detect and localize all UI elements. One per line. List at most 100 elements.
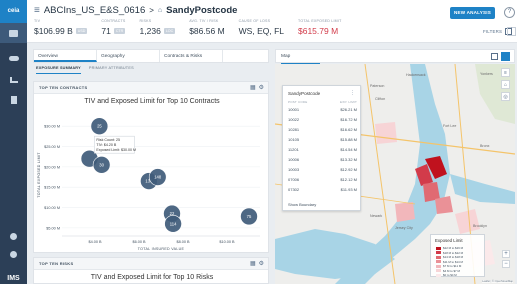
help-icon[interactable]: ?: [504, 7, 515, 18]
summary-stats: TIV $106.99 B USD CONTRACTS 71 CTR RISKS 1…: [34, 19, 341, 36]
map-place-label: Jersey City: [395, 226, 413, 230]
x-tick-label: $6.00 B: [132, 240, 146, 244]
top-risks-card: TOP TEN RISKS ▦ ⚙ TIV and Exposed Limit …: [33, 257, 269, 284]
nav-cloud-icon[interactable]: [0, 48, 27, 68]
postcode-region[interactable]: [435, 196, 453, 214]
list-item[interactable]: 10022 $16.72 M: [288, 117, 357, 122]
stat-label: RISKS: [139, 19, 152, 23]
list-item[interactable]: 10003 $12.92 M: [288, 167, 357, 172]
data-label: 25: [97, 124, 102, 129]
map-place-label: Fort Lee: [443, 124, 457, 128]
chart-title: TIV and Exposed Limit for Top 10 Risks: [90, 274, 214, 281]
hamburger-menu-icon[interactable]: ≡: [34, 5, 40, 16]
tooltip-line: Risk Count: 25: [96, 138, 120, 142]
stat-tiv: TIV $106.99 B USD: [34, 19, 88, 36]
settings-icon[interactable]: ⚙: [259, 84, 264, 91]
legend-swatch: [436, 260, 441, 263]
expand-icon[interactable]: [501, 52, 510, 61]
map-place-label: Newark: [370, 214, 383, 218]
post-code: 07302: [288, 187, 300, 192]
y-axis-label: TOTAL EXPOSED LIMIT: [37, 152, 41, 198]
app-logo[interactable]: ceia: [0, 0, 27, 23]
x-tick-label: $8.00 B: [176, 240, 190, 244]
map-place-label: Bronx: [480, 144, 490, 148]
subtab-primary-attributes[interactable]: PRIMARY ATTRIBUTES: [89, 65, 134, 74]
exp-limit: $13.32 M: [340, 157, 357, 162]
post-code: 10001: [288, 107, 300, 112]
nav-document-icon[interactable]: [0, 90, 27, 110]
legend-label: $11 M to $14 M: [443, 259, 463, 264]
stat-label: TOTAL EXPOSED LIMIT: [298, 19, 342, 23]
analysis-icon: ⌂: [157, 7, 163, 14]
map-place-label: Yonkers: [480, 72, 493, 76]
map-header: Map: [275, 49, 515, 65]
legend-item: $4 M to $7 M: [436, 269, 460, 273]
contracts-chip: CTR: [113, 28, 126, 34]
nav-info-icon[interactable]: [0, 226, 27, 246]
breadcrumb-account[interactable]: ABCIns_US_E&S_0616: [44, 5, 145, 16]
settings-icon[interactable]: ⚙: [259, 260, 264, 267]
map-view[interactable]: Hackensack Clifton Paterson Fort Lee Yon…: [275, 64, 515, 284]
scatter-chart: $5.00 M $10.00 M $15.00 M $20.00 M $25.00 M $…: [37, 117, 260, 251]
stat-label: CAUSE OF LOSS: [238, 19, 271, 23]
layers-icon[interactable]: ≡: [501, 68, 510, 77]
tooltip-line: Exposed Limit: $30.00 M: [96, 148, 136, 152]
map-place-label: Hackensack: [406, 73, 426, 77]
postcode-region[interactable]: [395, 202, 415, 222]
list-item[interactable]: 11201 $14.54 M: [288, 147, 357, 152]
tab-contracts-risks[interactable]: Contracts & Risks: [160, 50, 223, 62]
dashboard-tabs: Overview Geography Contracts & Risks: [33, 49, 269, 63]
stat-value-row: 1,236 LOC: [140, 26, 176, 36]
legend-label: $22 M to $26 M: [443, 246, 464, 250]
home-icon[interactable]: ⌂: [501, 80, 510, 89]
map-place-label: Brooklyn: [473, 224, 487, 228]
tab-map[interactable]: Map: [281, 50, 321, 65]
popup-title: SandyPostcode: [288, 91, 321, 96]
nav-user-icon[interactable]: [0, 244, 27, 264]
postcode-region[interactable]: [375, 122, 397, 144]
legend-item: $0 to $4 M: [436, 273, 457, 277]
popup-menu-icon[interactable]: ⋮: [350, 90, 355, 96]
locate-icon[interactable]: ◎: [501, 92, 510, 101]
stat-avg-tiv: AVG. TIV / RISK $86.56 M: [189, 19, 224, 36]
post-code: 10281: [288, 127, 300, 132]
list-item[interactable]: 10281 $16.62 M: [288, 127, 357, 132]
new-analysis-button[interactable]: NEW ANALYSIS: [450, 7, 495, 19]
tooltip-line: TIV: $4.20 B: [96, 143, 116, 147]
list-item[interactable]: 10105 $15.88 M: [288, 137, 357, 142]
tab-overview[interactable]: Overview: [34, 50, 97, 62]
popup-columns: POST CODE EXP. LIMIT: [288, 100, 357, 104]
table-view-icon[interactable]: ▦: [250, 260, 256, 267]
show-boundary-toggle[interactable]: Show Boundary: [288, 202, 316, 207]
legend-swatch: [436, 255, 441, 259]
list-item[interactable]: 10006 $13.32 M: [288, 157, 357, 162]
stat-label: CONTRACTS: [101, 19, 126, 23]
exp-limit: $15.88 M: [340, 137, 357, 142]
list-item[interactable]: 07302 $11.93 M: [288, 187, 357, 192]
post-code: 10105: [288, 137, 300, 142]
legend-label: $4 M to $7 M: [443, 268, 460, 273]
legend-item: $7 M to $11 M: [436, 264, 461, 268]
data-label: 30: [99, 162, 104, 167]
card-tools: ▦ ⚙: [250, 84, 264, 91]
breadcrumb-separator: >: [149, 6, 154, 15]
y-tick-label: $15.00 M: [44, 186, 60, 190]
restore-icon[interactable]: [491, 53, 498, 60]
nav-rail: ceia IMS: [0, 0, 27, 284]
tab-geography[interactable]: Geography: [97, 50, 160, 62]
brand-label: IMS: [7, 275, 20, 282]
nav-analytics-icon[interactable]: [0, 70, 27, 90]
subtab-exposure-summary[interactable]: EXPOSURE SUMMARY: [36, 65, 81, 74]
list-item[interactable]: 10001 $26.21 M: [288, 107, 357, 112]
x-tick-label: $10.00 B: [219, 240, 235, 244]
table-view-icon[interactable]: ▦: [250, 84, 256, 91]
nav-briefcase-icon[interactable]: [0, 23, 27, 43]
zoom-in-button[interactable]: +: [502, 250, 510, 258]
data-label: 114: [170, 221, 177, 226]
breadcrumb: ≡ ABCIns_US_E&S_0616 > ⌂ SandyPostcode: [34, 5, 237, 16]
more-options-icon[interactable]: ⋮: [507, 27, 516, 36]
list-item[interactable]: 07006 $12.12 M: [288, 177, 357, 182]
zoom-out-button[interactable]: −: [502, 260, 510, 268]
col-exp-limit[interactable]: EXP. LIMIT: [340, 100, 357, 104]
col-post-code[interactable]: POST CODE: [288, 100, 307, 104]
